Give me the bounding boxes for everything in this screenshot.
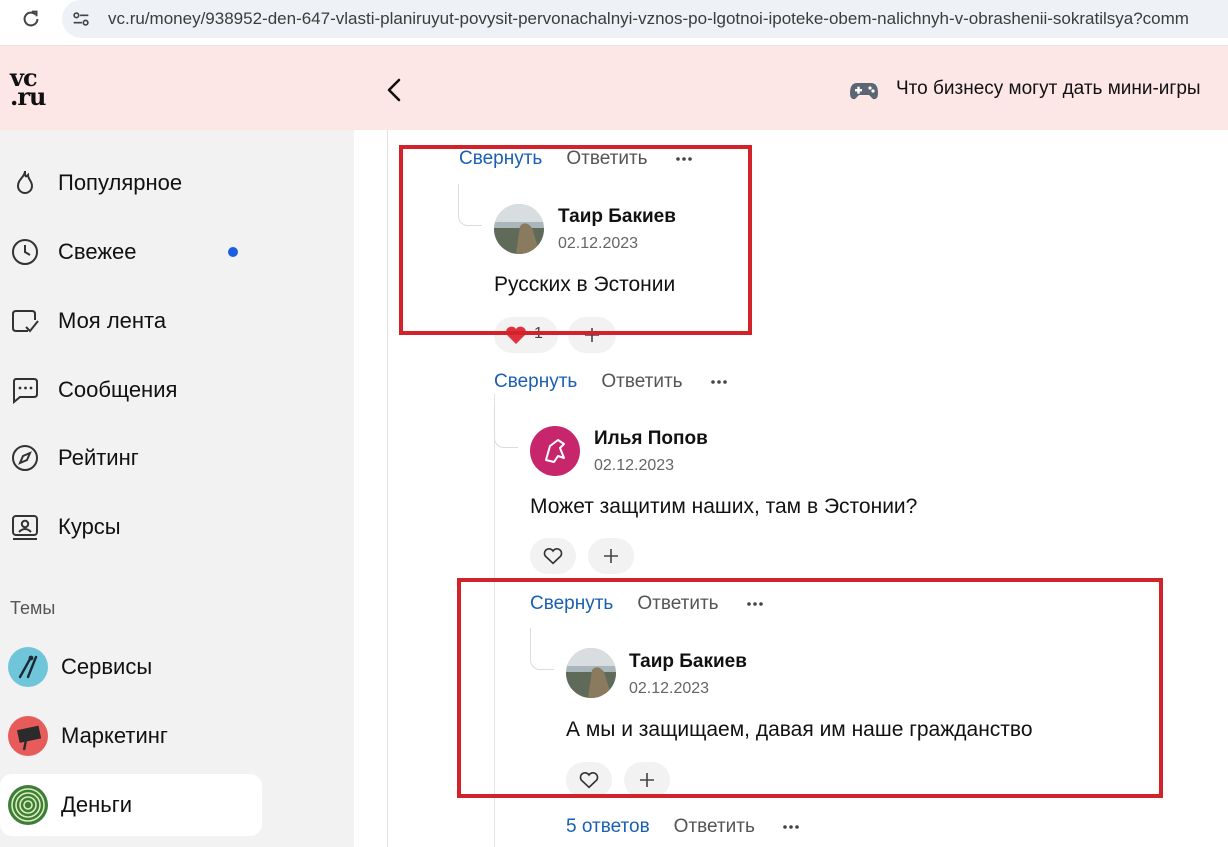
nav-item-courses[interactable]: Курсы (0, 502, 262, 552)
more-icon[interactable] (709, 372, 729, 392)
more-icon[interactable] (781, 817, 801, 837)
flame-icon (16, 170, 34, 194)
topic-label: Маркетинг (61, 723, 168, 748)
nav-item-messages[interactable]: Сообщения (0, 365, 262, 415)
feed-check-icon (12, 310, 39, 333)
unread-dot (228, 247, 238, 257)
themes-heading: Темы (10, 598, 56, 618)
topic-services[interactable]: Сервисы (0, 636, 262, 698)
add-reaction-button[interactable] (588, 538, 634, 574)
highlight-box (399, 145, 752, 335)
fingerprint-icon (8, 785, 48, 825)
collapse-link[interactable]: Свернуть (494, 371, 577, 392)
topic-label: Деньги (61, 792, 133, 817)
comment-actions: 5 ответов Ответить (566, 816, 801, 842)
nav-label: Моя лента (58, 308, 167, 333)
browser-toolbar: vc.ru/money/938952-den-647-vlasti-planir… (0, 0, 1228, 46)
comment-author[interactable]: Илья Попов (594, 428, 708, 450)
site-logo[interactable]: vc .ru (10, 66, 46, 111)
logo-bottom: .ru (10, 82, 46, 111)
topic-money[interactable]: Деньги (0, 774, 262, 836)
comments-area: Свернуть Ответить Таир Бакиев 02.12.2023 … (354, 130, 1228, 847)
reply-link[interactable]: Ответить (601, 371, 682, 392)
services-topic-icon (8, 647, 48, 687)
gamepad-icon (850, 83, 878, 100)
nav-label: Сообщения (58, 377, 178, 402)
content-divider (387, 130, 388, 847)
like-button[interactable] (530, 538, 576, 574)
url-text[interactable]: vc.ru/money/938952-den-647-vlasti-planir… (108, 9, 1228, 29)
topic-marketing[interactable]: Маркетинг (0, 705, 262, 767)
nav-label: Курсы (58, 514, 121, 539)
nav-label: Свежее (58, 239, 137, 264)
nav-label: Рейтинг (58, 445, 139, 470)
heart-icon (543, 548, 563, 565)
nav-item-my-feed[interactable]: Моя лента (0, 296, 262, 346)
topic-label: Сервисы (61, 654, 153, 679)
reload-icon[interactable] (20, 8, 42, 30)
replies-link[interactable]: 5 ответов (566, 816, 650, 837)
reply-link[interactable]: Ответить (674, 816, 755, 837)
nav-item-popular[interactable]: Популярное (0, 158, 262, 208)
promo-banner-text[interactable]: Что бизнесу могут дать мини-игры (896, 78, 1201, 100)
clock-icon (12, 239, 38, 265)
avatar[interactable] (530, 426, 580, 476)
comment-text: Может защитим наших, там в Эстонии? (530, 495, 918, 518)
highlight-box (457, 578, 1163, 798)
comment-date[interactable]: 02.12.2023 (594, 457, 674, 475)
nav-item-fresh[interactable]: Свежее (0, 227, 262, 277)
nav-item-rating[interactable]: Рейтинг (0, 433, 262, 483)
plus-icon (604, 549, 618, 563)
nav-label: Популярное (58, 170, 183, 195)
courses-icon (12, 515, 38, 540)
site-settings-icon[interactable] (70, 8, 92, 30)
compass-icon (12, 445, 38, 471)
thread-connector (494, 406, 518, 448)
marketing-topic-icon (8, 716, 48, 756)
chat-icon (13, 378, 38, 405)
site-header: vc .ru Что бизнесу могут дать мини-игры (0, 46, 1228, 130)
comment-actions: Свернуть Ответить (494, 371, 729, 397)
back-arrow-icon[interactable] (384, 76, 404, 104)
sidebar: Популярное Свежее Моя лента Сообщения Ре… (0, 130, 354, 847)
